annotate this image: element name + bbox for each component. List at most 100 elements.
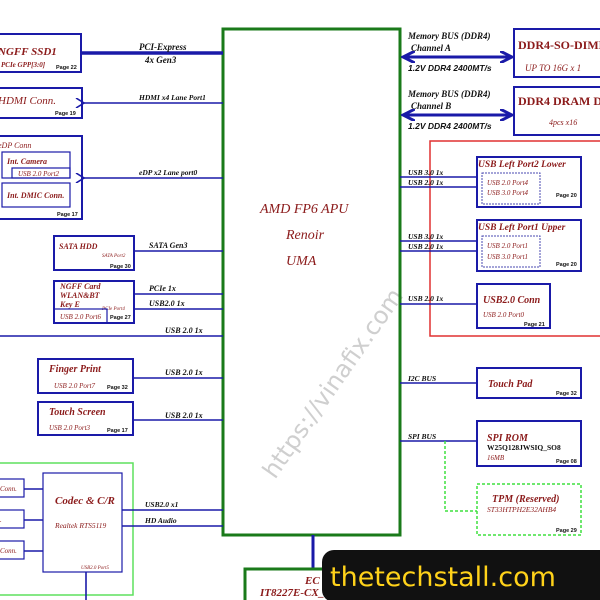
hdmi-block: HDMI Conn. Page 19	[0, 87, 83, 119]
ssd-page: Page 22	[56, 65, 77, 71]
usb-conn-bus: USB 2.0 1x	[408, 294, 443, 303]
touch-pad-block: Touch Pad Page 32	[476, 367, 582, 399]
usb-group	[429, 140, 600, 337]
touchpad-page: Page 32	[556, 391, 577, 397]
codec-usb-label: USB2.0 x1	[145, 500, 178, 509]
dmic-title: Int. DMIC Conn.	[6, 191, 64, 200]
usb-conn-sub: USB 2.0 Port0	[483, 311, 525, 319]
apu-codename: Renoir	[285, 228, 325, 243]
usb-p1-bus-2: USB 2.0 1x	[408, 242, 443, 251]
ssd-bus-label: PCI-Express	[139, 42, 187, 52]
spirom-size: 16MB	[487, 454, 505, 462]
memA-sub: UP TO 16G x 1	[525, 63, 581, 73]
camera-title: Int. Camera	[6, 157, 47, 166]
touchscreen-page: Page 17	[107, 428, 128, 434]
memA-speed: 1.2V DDR4 2400MT/s	[408, 63, 492, 73]
finger-bus-label: USB 2.0 1x	[165, 368, 203, 377]
spirom-chip: W25Q128JWSIQ_SO8	[487, 443, 561, 452]
edp-title: eDP Conn	[0, 141, 31, 150]
finger-title: Finger Print	[48, 364, 102, 375]
codec-hda-label: HD Audio	[144, 516, 177, 525]
tpm-chip: ST33HTPH2E32AHB4	[487, 505, 556, 514]
usb-conn-page: Page 21	[524, 322, 545, 328]
wlan-usb-port: USB 2.0 Port6	[60, 313, 102, 321]
usb-p1-port-2: USB 3.0 Port1	[487, 253, 528, 261]
usb-left-port2-block: USB Left Port2 Lower USB 2.0 Port4 USB 3…	[476, 156, 582, 208]
usb-left-port1-block: USB Left Port1 Upper USB 2.0 Port1 USB 3…	[476, 219, 582, 272]
ec-chip: IT8227E-CX_	[259, 587, 324, 599]
wlan-title-1: NGFF Card	[59, 282, 102, 291]
tpm-block: TPM (Reserved) ST33HTPH2E32AHB4 Page 29	[476, 483, 582, 536]
ssd-bus-gen: 4x Gen3	[144, 55, 177, 65]
memB-channel: Channel B	[411, 101, 451, 111]
hdmi-bus-label: HDMI x4 Lane Port1	[138, 93, 206, 102]
diagonal-watermark: https://vinafix.com	[257, 283, 409, 483]
touchscreen-title: Touch Screen	[49, 407, 106, 418]
touchpad-title: Touch Pad	[488, 379, 533, 390]
codec-title: Codec & C/R	[55, 495, 115, 507]
memA-channel: Channel A	[411, 43, 451, 53]
touch-screen-block: Touch Screen USB 2.0 Port3 Page 17	[37, 401, 134, 436]
usb-conn-title: USB2.0 Conn	[483, 295, 541, 306]
usb-p2-port-2: USB 3.0 Port4	[487, 189, 529, 197]
spi-bus-label: SPI BUS	[408, 432, 436, 441]
finger-sub: USB 2.0 Port7	[54, 382, 96, 390]
apu-title: AMD FP6 APU	[259, 202, 349, 217]
memB-speed: 1.2V DDR4 2400MT/s	[408, 121, 492, 131]
edp-block: eDP Conn Int. Camera USB 2.0 Port2 Int. …	[0, 135, 83, 220]
spi-rom-block: SPI ROM W25Q128JWSIQ_SO8 16MB Page 08	[476, 420, 582, 467]
wlan-card-block: NGFF Card WLAN&BT Key E PCIe Port4 USB 2…	[53, 280, 135, 324]
usb-p2-title: USB Left Port2 Lower	[478, 160, 566, 170]
memA-title: DDR4-SO-DIMM	[518, 38, 600, 52]
hdmi-title: HDMI Conn.	[0, 95, 56, 107]
memA-bus-label: Memory BUS (DDR4)	[407, 31, 491, 41]
wlan-pcie-label: PCIe 1x	[149, 284, 176, 293]
hdmi-page: Page 19	[55, 111, 76, 117]
spirom-page: Page 08	[556, 459, 577, 465]
usb-p2-bus-1: USB 3.0 1x	[408, 168, 443, 177]
codec-port: USB2.0 Port5	[81, 566, 110, 571]
wlan-page: Page 27	[110, 315, 131, 321]
usb-p1-port-1: USB 2.0 Port1	[487, 242, 528, 250]
camera-port: USB 2.0 Port2	[18, 170, 60, 178]
audio-conn-1-label: Conn.	[0, 485, 17, 493]
sata-sub: SATA Port2	[102, 254, 126, 259]
tpm-title: TPM (Reserved)	[492, 494, 559, 505]
usb-p2-bus-2: USB 2.0 1x	[408, 178, 443, 187]
sata-bus-label: SATA Gen3	[149, 241, 187, 250]
usb-p2-page: Page 20	[556, 193, 577, 199]
usb2-conn-block: USB2.0 Conn USB 2.0 Port0 Page 21	[476, 283, 551, 329]
touchscreen-sub: USB 2.0 Port3	[49, 424, 91, 432]
usb-p1-bus-1: USB 3.0 1x	[408, 232, 443, 241]
usb-p1-page: Page 20	[556, 262, 577, 268]
edp-bus-label: eDP x2 Lane port0	[139, 168, 198, 177]
memB-bus-label: Memory BUS (DDR4)	[407, 89, 491, 99]
memB-title: DDR4 DRAM D	[518, 94, 600, 108]
sata-hdd-block: SATA HDD SATA Port2 Page 30	[53, 235, 135, 271]
i2c-bus-label: I2C BUS	[407, 374, 436, 383]
audio-conn-2-label: .	[0, 516, 2, 524]
tpm-page: Page 29	[556, 528, 577, 534]
apu-graphics: UMA	[286, 254, 317, 269]
ec-title: EC	[304, 575, 320, 587]
sata-title: SATA HDD	[59, 242, 98, 251]
apu-block	[221, 27, 402, 537]
ssd-sub: PCIe GPP[3:0]	[1, 61, 46, 69]
sata-page: Page 30	[110, 264, 131, 270]
usb-p2-port-1: USB 2.0 Port4	[487, 179, 529, 187]
ssd-title: NGFF SSD1	[0, 46, 57, 58]
usb-wire-label: USB 2.0 1x	[165, 326, 203, 335]
finger-print-block: Finger Print USB 2.0 Port7 Page 32	[37, 358, 134, 394]
ngff-ssd-block: NGFF SSD1 PCIe GPP[3:0] Page 22	[0, 33, 82, 73]
memB-sub: 4pcs x16	[549, 118, 577, 127]
finger-page: Page 32	[107, 385, 128, 391]
codec-chip: Realtek RTS5119	[54, 521, 107, 530]
touchscreen-bus-label: USB 2.0 1x	[165, 411, 203, 420]
edp-page: Page 17	[57, 212, 78, 218]
codec-block: Codec & C/R Realtek RTS5119 USB2.0 Port5	[42, 472, 123, 573]
site-badge-text: thetechstall.com	[330, 562, 556, 593]
audio-conn-3-label: Conn.	[0, 547, 17, 555]
audio-conn-2	[0, 509, 25, 529]
block-diagram: https://vinafix.com AMD FP6 APU Renoir U…	[0, 27, 600, 600]
wlan-title-3: Key E	[59, 300, 80, 309]
